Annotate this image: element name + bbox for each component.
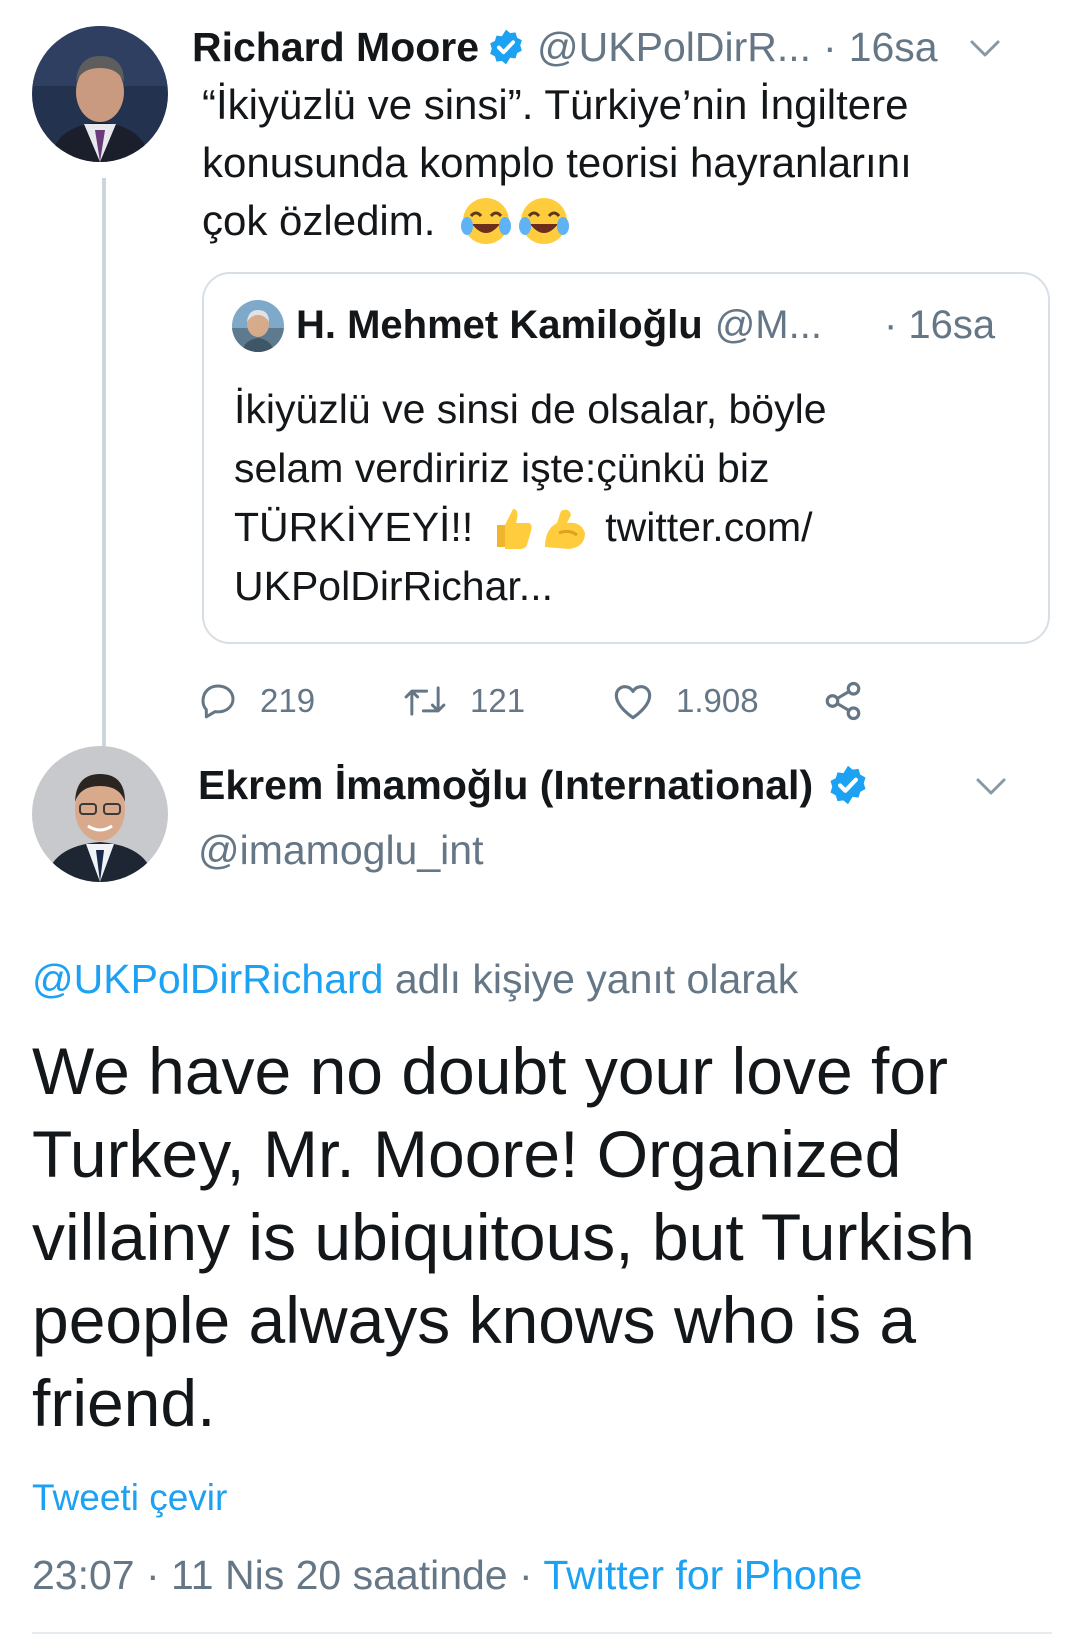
share-icon xyxy=(825,681,861,721)
retweet-button[interactable]: 121 xyxy=(402,676,525,726)
tweet2-handle[interactable]: @imamoglu_int xyxy=(198,824,483,876)
tweet2-source-link[interactable]: Twitter for iPhone xyxy=(543,1552,862,1598)
tweet1-header: Richard Moore @UKPolDirR... · 16sa xyxy=(192,22,938,72)
quoted-tweet-time: · 16sa xyxy=(884,303,996,347)
replying-to-user-link[interactable]: @UKPolDirRichard xyxy=(32,956,383,1002)
verified-badge-icon xyxy=(830,765,866,805)
replying-to-line: @UKPolDirRichard adlı kişiye yanıt olara… xyxy=(32,956,798,1003)
tweet2-text-line: friend. xyxy=(32,1366,216,1440)
tweet2-timestamp: 23:07 · 11 Nis 20 saatinde · xyxy=(32,1552,544,1598)
replying-to-label: adlı kişiye yanıt olarak xyxy=(383,956,799,1002)
quoted-text-caps: TÜRKİYEYİ!! xyxy=(234,504,474,550)
retweet-count: 121 xyxy=(470,682,526,719)
tweet1-text-line: “İkiyüzlü ve sinsi”. Türkiye’nin İngilte… xyxy=(202,81,909,128)
tweet1-text-line: konusunda komplo teorisi hayranlarını xyxy=(202,139,912,186)
mehmet-kamiloglu-avatar xyxy=(232,300,284,352)
tweet2-chevron-down-icon[interactable] xyxy=(974,774,1008,798)
quoted-author-name: H. Mehmet Kamiloğlu xyxy=(296,302,703,347)
thumbs-up-emoji-icon xyxy=(487,503,537,553)
tweet2-text-line: We have no doubt your love for xyxy=(32,1034,949,1108)
tweet1-text-line-end: çok özledim. xyxy=(202,197,436,244)
tweet2-author-name[interactable]: Ekrem İmamoğlu (International) xyxy=(198,762,813,809)
tweet2-text-line: Turkey, Mr. Moore! Organized xyxy=(32,1117,902,1191)
bottom-divider xyxy=(32,1632,1052,1634)
quoted-tweet-text: İkiyüzlü ve sinsi de olsalar, böyle sela… xyxy=(234,380,1014,616)
tweet1-handle[interactable]: @UKPolDirR... xyxy=(537,24,811,71)
quoted-tweet-link[interactable]: twitter.com/ xyxy=(605,498,812,557)
quoted-tweet-link-cont[interactable]: UKPolDirRichar... xyxy=(234,557,1014,616)
heart-icon xyxy=(614,685,652,720)
quoted-text-line: selam verdiririz işte:çünkü biz xyxy=(234,445,770,491)
quoted-text-line: TÜRKİYEYİ!! twitter.com/ xyxy=(234,498,1014,557)
tweet2-header: Ekrem İmamoğlu (International) xyxy=(198,758,869,812)
translate-tweet-link[interactable]: Tweeti çevir xyxy=(32,1477,227,1519)
thread-connector-line xyxy=(102,178,106,776)
retweet-icon xyxy=(404,686,446,716)
tweet1-chevron-down-icon[interactable] xyxy=(968,36,1002,60)
quoted-author-handle: @M... xyxy=(714,302,822,347)
quoted-text-line: İkiyüzlü ve sinsi de olsalar, böyle xyxy=(234,386,827,432)
tweet2-text-line: villainy is ubiquitous, but Turkish xyxy=(32,1200,975,1274)
laughing-tears-emoji-icon xyxy=(517,196,571,246)
tweet1-time[interactable]: 16sa xyxy=(849,24,938,71)
quoted-tweet-header: H. Mehmet Kamiloğlu @M... xyxy=(296,298,822,352)
tweet1-text: “İkiyüzlü ve sinsi”. Türkiye’nin İngilte… xyxy=(202,76,1022,250)
share-button[interactable] xyxy=(822,676,886,726)
reply-count: 219 xyxy=(260,682,316,719)
tweet2-meta: 23:07 · 11 Nis 20 saatinde · Twitter for… xyxy=(32,1552,862,1599)
like-count: 1.908 xyxy=(676,682,759,719)
reply-bubble-icon xyxy=(201,684,235,719)
laughing-tears-emoji-icon xyxy=(459,196,513,246)
verified-badge-icon xyxy=(490,29,522,65)
tweet1-separator: · xyxy=(823,23,837,70)
reply-button[interactable]: 219 xyxy=(198,676,315,726)
ekrem-imamoglu-avatar[interactable] xyxy=(32,746,168,882)
tweet2-text-line: people always knows who is a xyxy=(32,1283,917,1357)
richard-moore-avatar[interactable] xyxy=(32,26,168,162)
tweet1-text-line: çok özledim. xyxy=(202,192,1022,250)
tweet1-author-name[interactable]: Richard Moore xyxy=(192,24,479,71)
flexed-biceps-emoji-icon xyxy=(539,503,589,553)
tweet2-text: We have no doubt your love for Turkey, M… xyxy=(32,1030,1052,1445)
like-button[interactable]: 1.908 xyxy=(612,676,759,726)
